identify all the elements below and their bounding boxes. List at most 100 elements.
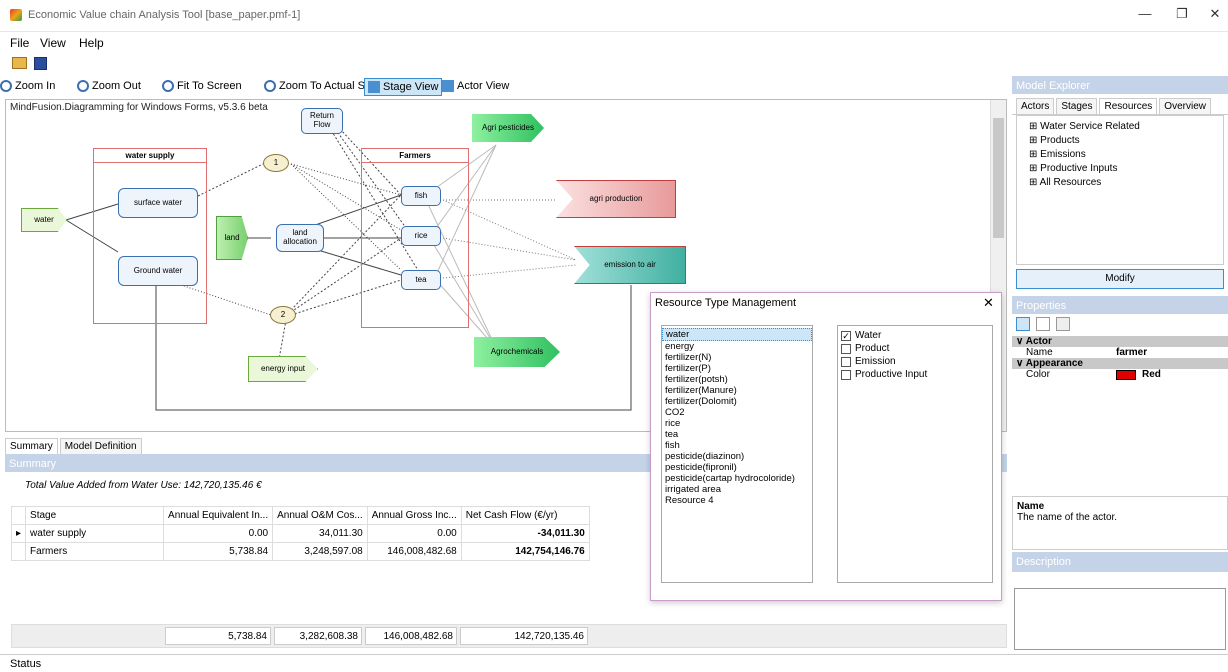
save-icon[interactable] xyxy=(34,57,47,70)
tree-item-water-service[interactable]: ⊞ Water Service Related xyxy=(1029,120,1211,134)
tree-item-emissions[interactable]: ⊞ Emissions xyxy=(1029,148,1211,162)
water-source-node[interactable]: water xyxy=(21,208,67,232)
restore-button[interactable]: ❐ xyxy=(1172,6,1192,22)
checkbox-productive-input[interactable]: Productive Input xyxy=(841,368,989,381)
emission-to-air-node[interactable]: emission to air xyxy=(574,246,686,284)
open-folder-icon[interactable] xyxy=(12,57,27,69)
tree-item-productive-inputs[interactable]: ⊞ Productive Inputs xyxy=(1029,162,1211,176)
ground-water-node[interactable]: Ground water xyxy=(118,256,198,286)
checkbox-unchecked-icon xyxy=(841,369,851,380)
window-title: Economic Value chain Analysis Tool [base… xyxy=(28,9,301,21)
tab-summary[interactable]: Summary xyxy=(5,438,58,454)
surface-water-node[interactable]: surface water xyxy=(118,188,198,218)
list-item[interactable]: irrigated area xyxy=(662,484,812,495)
model-explorer-panel: Model Explorer Actors Stages Resources O… xyxy=(1012,76,1228,296)
agri-production-node[interactable]: agri production xyxy=(556,180,676,218)
list-item[interactable]: fertilizer(N) xyxy=(662,352,812,363)
close-button[interactable]: ✕ xyxy=(1205,6,1225,22)
list-item[interactable]: pesticide(fipronil) xyxy=(662,462,812,473)
resource-list[interactable]: water energy fertilizer(N) fertilizer(P)… xyxy=(661,325,813,583)
menu-file[interactable]: File xyxy=(10,36,29,50)
total-gross-income: 146,008,482.68 xyxy=(365,627,457,645)
list-item[interactable]: fertilizer(Dolomit) xyxy=(662,396,812,407)
zoom-out-button[interactable]: Zoom Out xyxy=(77,80,141,92)
land-allocation-node[interactable]: land allocation xyxy=(276,224,324,252)
column-header[interactable]: Annual O&M Cos... xyxy=(272,506,368,525)
stage-view-button[interactable]: Stage View xyxy=(364,78,443,96)
list-item[interactable]: Resource 4 xyxy=(662,495,812,506)
column-header[interactable]: Annual Equivalent In... xyxy=(163,506,274,525)
minimize-button[interactable]: — xyxy=(1135,6,1155,21)
stage-view-label: Stage View xyxy=(383,81,439,93)
list-item[interactable]: energy xyxy=(662,341,812,352)
dialog-close-button[interactable]: ✕ xyxy=(983,295,994,311)
checkbox-emission[interactable]: Emission xyxy=(841,355,989,368)
column-header[interactable]: Stage xyxy=(25,506,165,525)
tea-node[interactable]: tea xyxy=(401,270,441,290)
return-flow-node[interactable]: Return Flow xyxy=(301,108,343,134)
table-cell: 3,248,597.08 xyxy=(272,542,368,561)
name-property-value[interactable]: farmer xyxy=(1116,347,1147,358)
menu-view[interactable]: View xyxy=(40,36,66,50)
description-box[interactable] xyxy=(1014,588,1226,650)
table-row[interactable]: Farmers 5,738.84 3,248,597.08 146,008,48… xyxy=(10,542,590,561)
tree-label: Water Service Related xyxy=(1040,121,1140,132)
summary-table: Stage Annual Equivalent In... Annual O&M… xyxy=(10,506,590,561)
menu-help[interactable]: Help xyxy=(79,36,104,50)
energy-input-node[interactable]: energy input xyxy=(248,356,318,382)
list-item[interactable]: CO2 xyxy=(662,407,812,418)
list-item[interactable]: pesticide(diazinon) xyxy=(662,451,812,462)
junction-2-node[interactable]: 2 xyxy=(270,306,296,324)
color-property-value[interactable]: Red xyxy=(1142,369,1161,380)
checkbox-label: Water xyxy=(855,330,882,341)
list-item[interactable]: water xyxy=(662,328,812,341)
agri-pesticides-node[interactable]: Agri pesticides xyxy=(472,114,544,142)
categorized-icon[interactable] xyxy=(1016,317,1030,331)
list-item[interactable]: fish xyxy=(662,440,812,451)
checkbox-label: Product xyxy=(855,343,890,354)
property-pages-icon[interactable] xyxy=(1056,317,1070,331)
checkbox-product[interactable]: Product xyxy=(841,342,989,355)
zoom-in-label: Zoom In xyxy=(15,80,56,92)
property-help: Name The name of the actor. xyxy=(1012,496,1228,550)
agrochemicals-node[interactable]: Agrochemicals xyxy=(474,337,560,367)
table-header-row: Stage Annual Equivalent In... Annual O&M… xyxy=(10,506,590,525)
modify-button[interactable]: Modify xyxy=(1016,269,1224,289)
tab-resources[interactable]: Resources xyxy=(1099,98,1158,114)
column-header[interactable]: Annual Gross Inc... xyxy=(366,506,462,525)
list-item[interactable]: fertilizer(Manure) xyxy=(662,385,812,396)
water-supply-stage[interactable]: water supply xyxy=(93,148,207,324)
color-swatch[interactable] xyxy=(1116,369,1136,380)
rice-node[interactable]: rice xyxy=(401,226,441,246)
list-item[interactable]: fertilizer(potsh) xyxy=(662,374,812,385)
sort-alpha-icon[interactable] xyxy=(1036,317,1050,331)
tree-item-products[interactable]: ⊞ Products xyxy=(1029,134,1211,148)
tab-stages[interactable]: Stages xyxy=(1056,98,1098,114)
list-item[interactable]: tea xyxy=(662,429,812,440)
junction-1-node[interactable]: 1 xyxy=(263,154,289,172)
actor-view-button[interactable]: Actor View xyxy=(442,80,509,92)
fish-node[interactable]: fish xyxy=(401,186,441,206)
scrollbar-thumb[interactable] xyxy=(993,118,1004,238)
list-item[interactable]: rice xyxy=(662,418,812,429)
checkbox-label: Productive Input xyxy=(855,369,928,380)
tab-overview[interactable]: Overview xyxy=(1159,98,1211,114)
properties-toolbar xyxy=(1012,314,1228,336)
name-property-label: Name xyxy=(1026,347,1053,358)
column-header[interactable]: Net Cash Flow (€/yr) xyxy=(460,506,590,525)
resource-type-checklist: ✓ Water Product Emission Productive Input xyxy=(837,325,993,583)
tab-model-definition[interactable]: Model Definition xyxy=(59,438,142,454)
list-item[interactable]: fertilizer(P) xyxy=(662,363,812,374)
zoom-actual-button[interactable]: Zoom To Actual Size xyxy=(264,80,379,92)
fit-to-screen-button[interactable]: Fit To Screen xyxy=(162,80,242,92)
category-actor[interactable]: ∨ Actor xyxy=(1012,336,1228,347)
land-source-node[interactable]: land xyxy=(216,216,248,260)
tree-item-all-resources[interactable]: ⊞ All Resources xyxy=(1029,176,1211,190)
table-row[interactable]: ▸ water supply 0.00 34,011.30 0.00 -34,0… xyxy=(10,524,590,543)
color-property-label: Color xyxy=(1026,369,1050,380)
tab-actors[interactable]: Actors xyxy=(1016,98,1055,114)
list-item[interactable]: pesticide(cartap hydrocoloride) xyxy=(662,473,812,484)
category-appearance[interactable]: ∨ Appearance xyxy=(1012,358,1228,369)
zoom-in-button[interactable]: Zoom In xyxy=(0,80,55,92)
checkbox-water[interactable]: ✓ Water xyxy=(841,329,989,342)
